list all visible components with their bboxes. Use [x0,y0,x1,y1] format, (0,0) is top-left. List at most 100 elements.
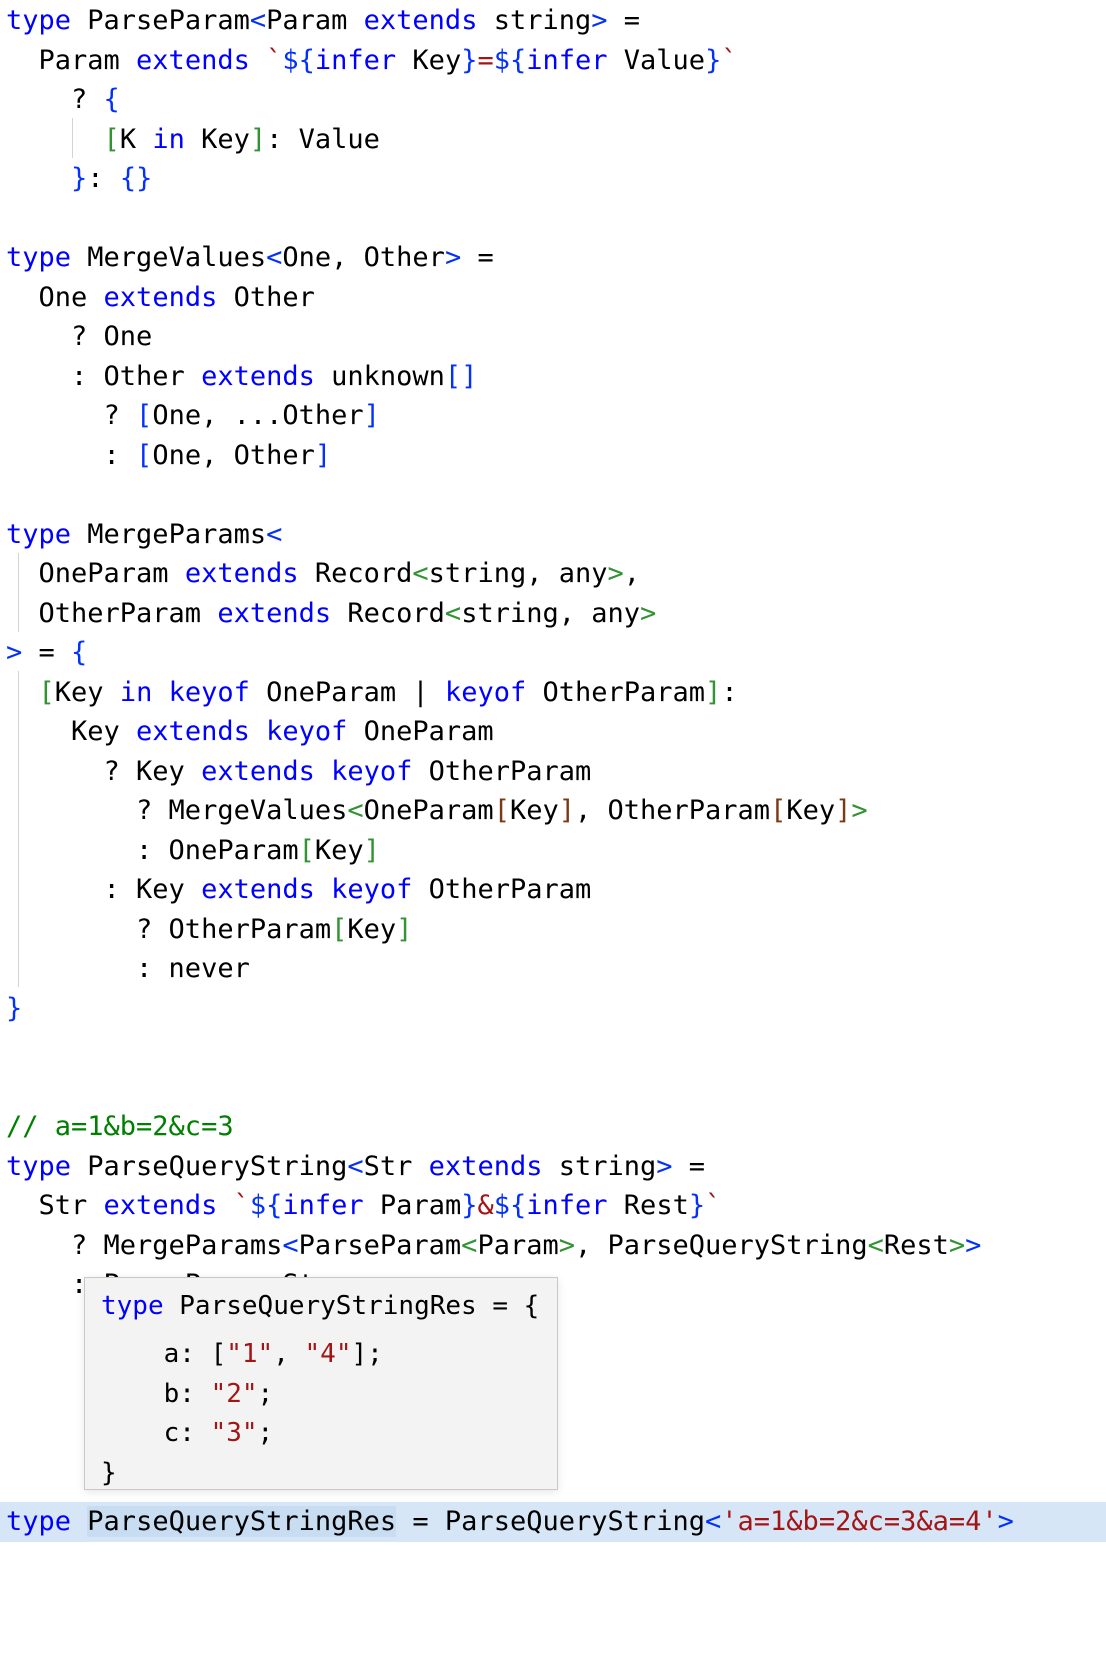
token-whitespace [250,45,266,76]
token-bracket: < [705,1506,722,1537]
token-keyword: keyof [331,874,413,905]
token-operator: = [672,1150,706,1182]
code-line-active[interactable]: type ParseQueryStringRes = ParseQueryStr… [0,1502,1106,1542]
code-line[interactable]: ? OtherParam[Key] [0,910,1106,950]
token-identifier: Key [314,834,364,866]
code-line[interactable]: type ParseQueryString<Str extends string… [0,1147,1106,1187]
code-line[interactable]: [K in Key]: Value [0,120,1106,160]
code-line[interactable]: OneParam extends Record<string, any>, [0,554,1106,594]
token-identifier-highlighted[interactable]: ParseQueryStringRes [87,1506,397,1537]
token-comment: // a=1&b=2&c=3 [6,1111,234,1142]
code-line[interactable]: [Key in keyof OneParam | keyof OtherPara… [0,673,1106,713]
token-bracket: < [347,1150,364,1182]
token-operator: = [22,637,72,668]
token-identifier: OtherParam [412,755,592,787]
token-bracket: } [6,992,23,1024]
code-line[interactable]: : [One, Other] [0,436,1106,476]
token-keyword: type [6,1506,72,1537]
token-identifier: MergeParams [71,518,267,550]
token-identifier: : OneParam [6,834,299,866]
code-line[interactable]: Key extends keyof OneParam [0,712,1106,752]
token-identifier: Key [54,676,120,708]
token-identifier: One, ...Other [152,400,364,431]
token-property: c: [101,1418,211,1448]
code-line[interactable]: : Other extends unknown[] [0,357,1106,397]
token-whitespace [315,756,331,787]
token-string-content: & [477,1190,494,1221]
token-keyword: type [6,242,72,273]
code-line[interactable]: > = { [0,633,1106,673]
token-bracket: < [444,597,462,629]
code-line[interactable]: type MergeParams< [0,515,1106,555]
token-string-content: = [477,44,494,76]
token-keyword: keyof [331,755,413,787]
tooltip-line: c: "3"; [85,1414,557,1454]
code-line[interactable]: One extends Other [0,278,1106,318]
token-whitespace: : [6,439,137,471]
token-identifier: string, any [461,597,640,629]
token-keyword: extends [201,874,315,905]
code-line[interactable]: ? One [0,317,1106,357]
code-line[interactable]: type ParseParam<Param extends string> = [0,1,1106,41]
token-identifier: OneParam [347,716,494,747]
token-punctuation: ]; [351,1339,383,1369]
code-line[interactable]: ? MergeValues<OneParam[Key], OtherParam[… [0,791,1106,831]
token-template-close: } [461,44,478,76]
token-keyword: extends [103,1190,218,1221]
token-bracket: { [71,637,88,668]
code-line[interactable]: : Key extends keyof OtherParam [0,870,1106,910]
token-operator: : [87,163,120,194]
token-bracket: ] [558,795,575,826]
token-string-literal: 'a=1&b=2&c=3&a=4' [721,1506,998,1537]
token-identifier: Param [266,5,364,36]
token-whitespace [250,716,266,747]
token-identifier: ParseParam [71,5,250,36]
token-keyword: infer [314,44,397,76]
token-string-literal: "1" [226,1339,274,1369]
code-line-blank[interactable] [0,475,1106,515]
token-bracket: < [867,1229,884,1261]
token-property: b: [101,1378,211,1409]
token-identifier: , OtherParam [575,795,771,826]
token-bracket: > [640,597,657,629]
token-bracket: ] [249,123,267,155]
token-bracket: [ [298,834,315,866]
code-line[interactable]: // a=1&b=2&c=3 [0,1107,1106,1147]
code-line[interactable]: OtherParam extends Record<string, any> [0,594,1106,634]
code-line[interactable]: ? MergeParams<ParseParam<Param>, ParseQu… [0,1226,1106,1266]
code-line-blank[interactable] [0,1068,1106,1108]
code-line[interactable]: } [0,989,1106,1029]
token-identifier: : Other [6,360,202,392]
code-line-blank[interactable] [0,1028,1106,1068]
tooltip-line: type ParseQueryStringRes = { [85,1278,557,1335]
token-bracket: > [558,1229,575,1261]
code-line[interactable]: Str extends `${infer Param}&${infer Rest… [0,1186,1106,1226]
code-line[interactable]: ? Key extends keyof OtherParam [0,752,1106,792]
code-line[interactable]: Param extends `${infer Key}=${infer Valu… [0,41,1106,81]
code-line[interactable]: ? { [0,80,1106,120]
token-keyword: extends [201,755,315,787]
code-line-blank[interactable] [0,199,1106,239]
token-bracket: > [6,637,23,668]
type-hover-tooltip[interactable]: type ParseQueryStringRes = { a: ["1", "4… [84,1277,558,1490]
token-identifier: ParseParam [298,1229,462,1261]
token-keyword: type [6,5,72,36]
token-bracket: > [591,5,608,36]
code-line[interactable]: : never [0,949,1106,989]
token-bracket: [ [136,439,153,471]
code-line[interactable]: ? [One, ...Other] [0,396,1106,436]
code-line[interactable]: }: {} [0,159,1106,199]
token-backtick: ` [721,44,738,76]
token-property: a: [ [101,1339,227,1369]
token-punctuation: ; [257,1418,274,1448]
token-string-literal: "2" [210,1378,258,1409]
token-punctuation: ; [257,1378,274,1409]
token-identifier: One, Other [282,242,445,273]
code-line[interactable]: type MergeValues<One, Other> = [0,238,1106,278]
token-identifier: string [542,1150,657,1182]
token-identifier: MergeValues [71,242,267,273]
code-editor[interactable]: type ParseParam < Param extends string > = … [0,0,1106,1672]
code-line[interactable]: : OneParam[Key] [0,831,1106,871]
token-identifier: Record [331,597,445,629]
tooltip-line: a: ["1", "4"]; [85,1335,557,1375]
